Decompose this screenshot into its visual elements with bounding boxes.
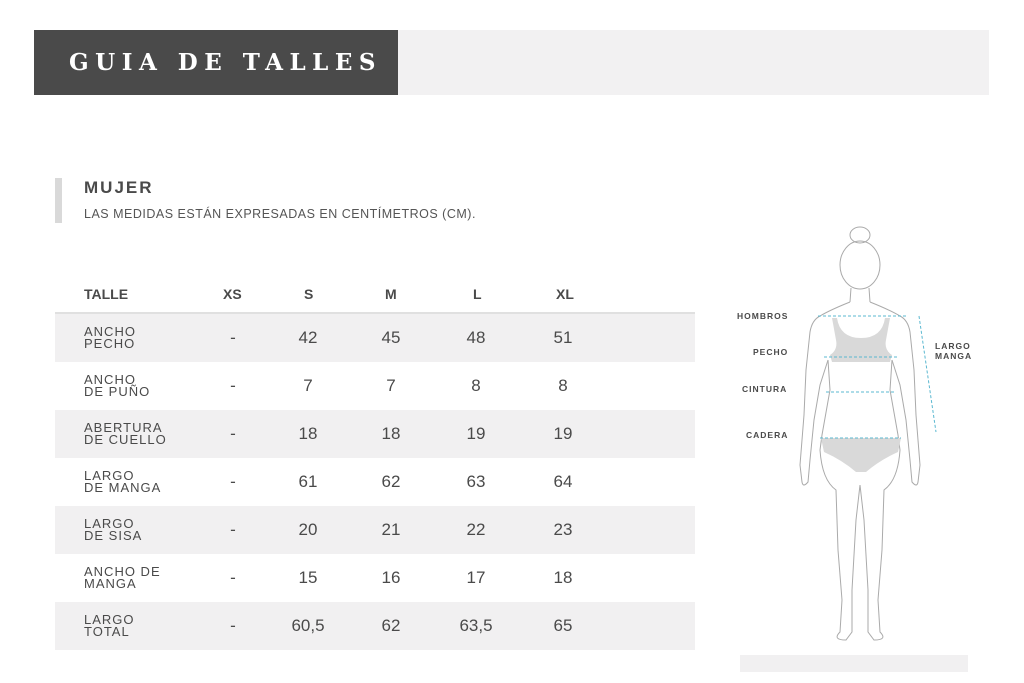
row-label: ANCHO PECHO: [84, 325, 194, 351]
row-label: LARGO DE SISA: [84, 517, 194, 543]
cell-xs: -: [230, 520, 236, 539]
cell-xs: -: [230, 616, 236, 635]
row-label-line2: DE MANGA: [84, 480, 162, 495]
cell-xs: -: [230, 568, 236, 587]
cell-xl: 8: [558, 376, 568, 395]
cell-m: 21: [381, 520, 401, 539]
table-row: ANCHO DE PUÑO - 7 7 8 8: [55, 362, 695, 410]
label-largo-manga: LARGO MANGA: [935, 341, 972, 361]
column-header-m: M: [385, 286, 397, 302]
cell-l: 22: [466, 520, 486, 539]
column-header-xl: XL: [556, 286, 574, 302]
size-table: TALLE XS S M L XL ANCHO PECHO -42 45 48 51 ANC…: [55, 278, 695, 650]
cell-l: 63,5: [459, 616, 493, 635]
table-row: ABERTURA DE CUELLO - 18 18 19 19: [55, 410, 695, 458]
column-header-s: S: [304, 286, 314, 302]
cell-xs: -: [230, 424, 236, 443]
table-row: ANCHO DE MANGA - 15 16 17 18: [55, 554, 695, 602]
row-label-line2: TOTAL: [84, 624, 130, 639]
label-cadera: CADERA: [746, 430, 789, 440]
header-title-box: GUIA DE TALLES: [34, 30, 398, 95]
row-label-line2: DE SISA: [84, 528, 143, 543]
label-hombros: HOMBROS: [737, 311, 789, 321]
cell-xl: 51: [553, 328, 573, 347]
row-label-line2: DE CUELLO: [84, 432, 167, 447]
cell-s: 18: [298, 424, 318, 443]
page-title: GUIA DE TALLES: [69, 49, 382, 76]
row-label: ANCHO DE MANGA: [84, 565, 194, 591]
row-label-line2: PECHO: [84, 336, 136, 351]
cell-xs: -: [230, 328, 236, 347]
cell-xl: 19: [553, 424, 573, 443]
cell-m: 45: [381, 328, 401, 347]
cell-xl: 18: [553, 568, 573, 587]
row-label: LARGO TOTAL: [84, 613, 194, 639]
body-measurement-figure: HOMBROS PECHO CINTURA CADERA LARGO MANGA: [720, 220, 1010, 650]
cell-l: 8: [471, 376, 481, 395]
cell-xs: -: [230, 376, 236, 395]
cell-l: 63: [466, 472, 486, 491]
cell-m: 7: [386, 376, 396, 395]
cell-m: 18: [381, 424, 401, 443]
section-accent-bar: [55, 178, 62, 223]
table-header: TALLE XS S M L XL: [55, 278, 695, 314]
cell-m: 62: [381, 472, 401, 491]
table-row: LARGO DE SISA - 20 21 22 23: [55, 506, 695, 554]
label-largo-manga-line1: LARGO: [935, 341, 971, 351]
column-header-xs: XS: [223, 286, 242, 302]
cell-m: 62: [381, 616, 401, 635]
cell-m: 16: [381, 568, 401, 587]
cell-s: 7: [303, 376, 313, 395]
cell-s: 42: [298, 328, 318, 347]
row-label: ABERTURA DE CUELLO: [84, 421, 194, 447]
cell-s: 15: [298, 568, 318, 587]
bottom-decorative-bar: [740, 655, 968, 672]
column-header-talle: TALLE: [84, 286, 129, 302]
row-label: LARGO DE MANGA: [84, 469, 194, 495]
cell-s: 61: [298, 472, 318, 491]
cell-xl: 23: [553, 520, 573, 539]
table-row: ANCHO PECHO - 42 45 48 51: [55, 314, 695, 362]
cell-xl: 64: [553, 472, 573, 491]
table-row: LARGO TOTAL - 60,5 62 63,5 65: [55, 602, 695, 650]
table-row: LARGO DE MANGA - 61 62 63 64: [55, 458, 695, 506]
cell-l: 48: [466, 328, 486, 347]
section-title: MUJER: [84, 178, 154, 197]
label-cintura: CINTURA: [742, 384, 788, 394]
row-label: ANCHO DE PUÑO: [84, 373, 194, 399]
cell-xl: 65: [553, 616, 573, 635]
label-largo-manga-line2: MANGA: [935, 351, 973, 361]
cell-l: 17: [466, 568, 486, 587]
section-subtitle: LAS MEDIDAS ESTÁN EXPRESADAS EN CENTÍMET…: [84, 207, 476, 221]
column-header-l: L: [473, 286, 482, 302]
cell-s: 60,5: [291, 616, 325, 635]
cell-s: 20: [298, 520, 318, 539]
table-body: ANCHO PECHO - 42 45 48 51 ANCHO DE PUÑO - 7 7 8 8 ABER…: [55, 314, 695, 650]
label-pecho: PECHO: [753, 347, 789, 357]
cell-l: 19: [466, 424, 486, 443]
cell-xs: -: [230, 472, 236, 491]
row-label-line2: MANGA: [84, 576, 137, 591]
row-label-line2: DE PUÑO: [84, 384, 151, 399]
